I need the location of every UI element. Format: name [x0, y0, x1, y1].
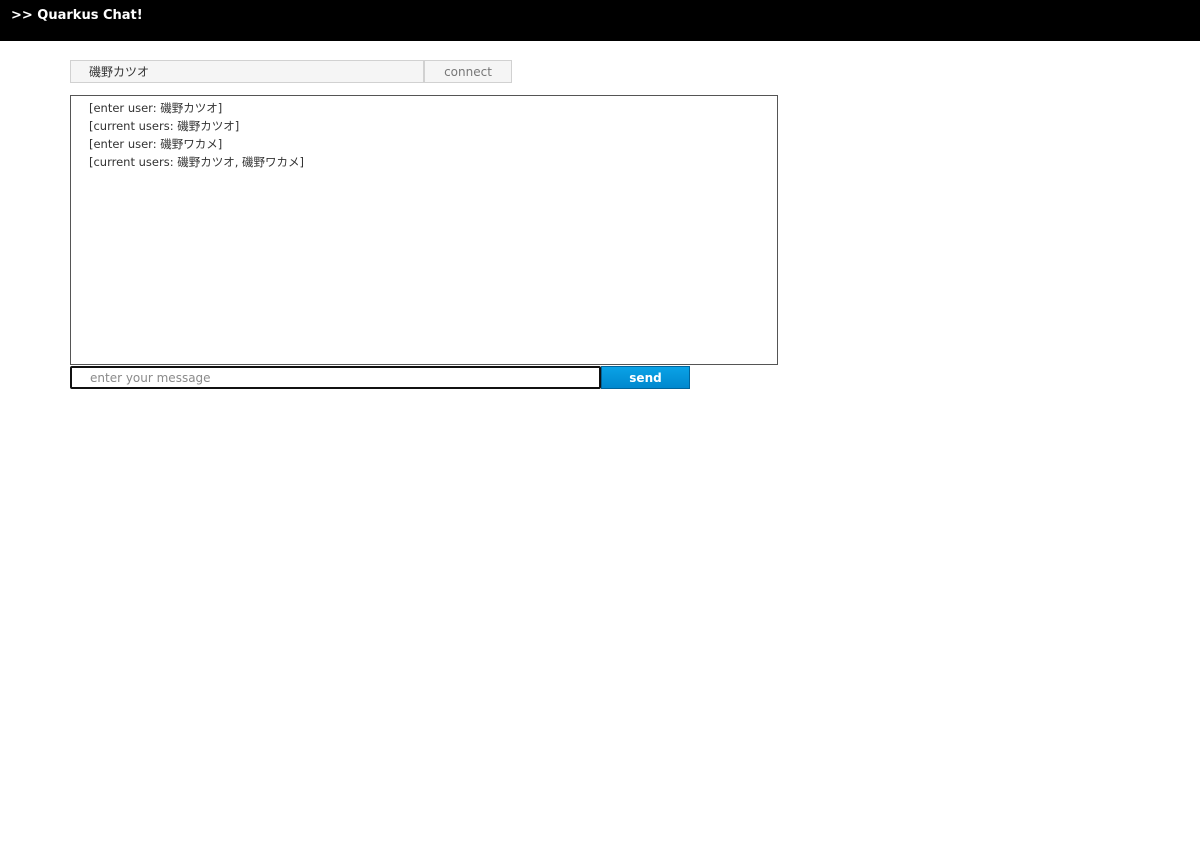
connect-button[interactable]: connect	[424, 60, 512, 83]
send-button[interactable]: send	[601, 366, 690, 389]
chat-line: [current users: 磯野カツオ]	[89, 119, 240, 133]
message-input[interactable]	[70, 366, 601, 389]
chat-line: [enter user: 磯野カツオ]	[89, 101, 223, 115]
chat-log[interactable]: [enter user: 磯野カツオ] [current users: 磯野カツ…	[70, 95, 778, 365]
app-title: >> Quarkus Chat!	[11, 8, 143, 23]
username-input[interactable]	[70, 60, 424, 83]
top-navbar: >> Quarkus Chat!	[0, 0, 1200, 41]
chat-line: [current users: 磯野カツオ, 磯野ワカメ]	[89, 155, 305, 169]
chat-line: [enter user: 磯野ワカメ]	[89, 137, 223, 151]
